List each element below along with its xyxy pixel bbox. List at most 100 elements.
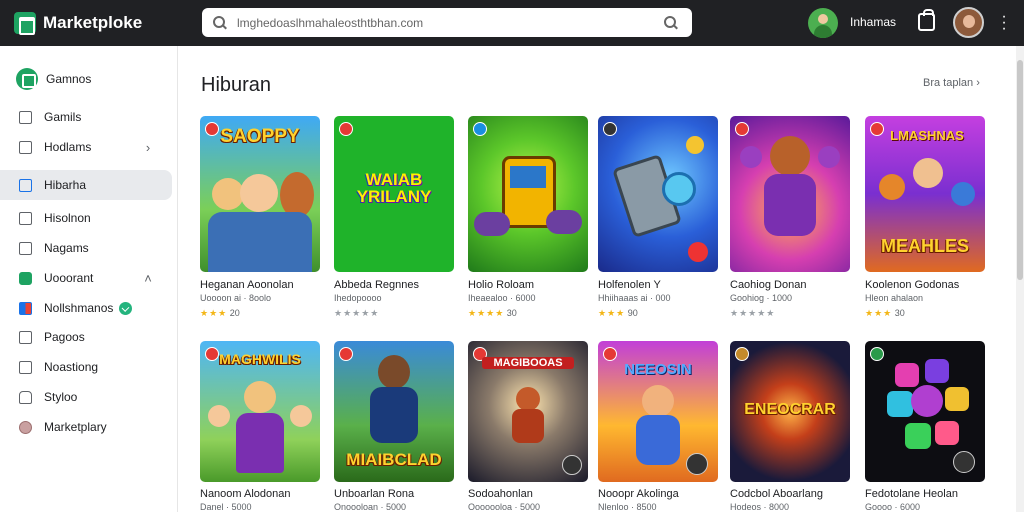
user-name[interactable]: Inhamas — [850, 15, 896, 29]
rating-stars-icon: ★★★★★ — [730, 308, 776, 318]
app-rating: ★★★★ 30 — [468, 308, 517, 318]
app-card[interactable]: Holfenolen Y Hhiihaaas ai · 000 ★★★ 90 — [598, 116, 718, 319]
app-thumbnail[interactable]: WAIAB YRILANY — [334, 116, 454, 272]
search-submit-icon[interactable] — [664, 15, 678, 30]
app-developer: Danel · 5000 — [200, 502, 252, 512]
scrollbar-thumb[interactable] — [1017, 60, 1023, 280]
game-art-title: ENEOCRAR — [744, 401, 836, 418]
app-card[interactable]: Caohiog Donan Goohiog · 1000 ★★★★★ — [730, 116, 850, 319]
app-name: Fedotolane Heolan — [865, 488, 958, 500]
app-thumbnail[interactable] — [865, 341, 985, 482]
app-rating: ★★★★★ — [730, 308, 850, 319]
search-bar[interactable]: lmghedoaslhmahaleosthtbhan.com — [202, 8, 692, 37]
rank-badge-icon — [603, 347, 617, 361]
app-thumbnail[interactable] — [468, 116, 588, 272]
section-title: Hiburan — [201, 74, 272, 96]
game-art-title: NEEOSIN — [624, 361, 692, 378]
app-name: Marketploke — [43, 13, 143, 32]
app-card[interactable]: MAGIBOOAS Sodoahonlan Ooooooloa · 5000 — [468, 341, 588, 512]
marketplace-logo-icon — [14, 12, 36, 35]
app-thumbnail[interactable]: SAOPPY — [200, 116, 320, 272]
settings-icon — [19, 360, 32, 374]
app-card[interactable]: MIAIBCLAD Unboarlan Rona Onoooloan · 500… — [334, 341, 454, 512]
app-name: Koolenon Godonas — [865, 279, 960, 291]
app-rating: ★★★ 90 — [598, 308, 638, 318]
rank-badge-icon — [339, 347, 353, 361]
app-card[interactable]: WAIAB YRILANY Abbeda Regnnes Ihedopoooo … — [334, 116, 454, 319]
sidebar-item-gamils[interactable]: Gamils — [0, 102, 172, 132]
see-all-link[interactable]: Bra taplan › — [923, 77, 980, 89]
sidebar-item-label: Hodlams — [44, 140, 92, 154]
app-thumbnail[interactable]: MIAIBCLAD — [334, 341, 454, 482]
app-thumbnail[interactable] — [598, 116, 718, 272]
sidebar-item-nagams[interactable]: Nagams — [0, 233, 172, 263]
app-card[interactable]: Fedotolane Heolan Goooo · 6000 — [865, 341, 985, 512]
app-thumbnail[interactable]: LMASHNAS MEAHLES — [865, 116, 985, 272]
rank-badge-icon — [603, 122, 617, 136]
app-thumbnail[interactable]: NEEOSIN — [598, 341, 718, 482]
rating-stars-icon: ★★★★ — [468, 308, 505, 318]
app-name: Caohiog Donan — [730, 279, 807, 291]
rating-stars-icon: ★★★★★ — [334, 308, 380, 318]
sidebar-item-label: Styloo — [44, 390, 78, 404]
games-icon — [16, 68, 38, 90]
brand[interactable]: Marketploke — [14, 12, 194, 35]
app-name: Heganan Aoonolan — [200, 279, 294, 291]
shopping-bag-icon[interactable] — [918, 9, 935, 31]
sidebar-item-label: Uooorant — [44, 271, 94, 285]
rating-stars-icon: ★★★ — [865, 308, 893, 318]
sidebar: Gamnos Gamils Hodlams › Hibarha Hisolnon… — [0, 46, 178, 512]
app-developer: Iheaealoo · 6000 — [468, 293, 536, 303]
app-rating: ★★★ 30 — [865, 308, 905, 318]
sidebar-item-hibarha[interactable]: Hibarha — [0, 170, 172, 200]
main-content: Hiburan Bra taplan › SAOPPY Heganan Aoon… — [178, 46, 1016, 512]
sidebar-item-nollshmanos[interactable]: Nollshmanos — [0, 293, 172, 323]
sidebar-item-pagoos[interactable]: Pagoos — [0, 322, 172, 352]
more-options-icon[interactable]: · · · — [1000, 9, 1008, 37]
app-name: Sodoahonlan — [468, 488, 533, 500]
app-card[interactable]: SAOPPY Heganan Aoonolan Uoooon ai · 8ool… — [200, 116, 320, 319]
app-card[interactable]: NEEOSIN Nooopr Akolinga Nlenloo · 8500 — [598, 341, 718, 512]
chevron-up-icon[interactable]: ˄ — [140, 271, 156, 286]
app-name: Nooopr Akolinga — [598, 488, 679, 500]
apps-icon — [19, 140, 32, 154]
app-card[interactable]: LMASHNAS MEAHLES Koolenon Godonas Hleon … — [865, 116, 985, 319]
app-developer: Hodeos · 8000 — [730, 502, 790, 512]
app-thumbnail[interactable]: MAGIBOOAS — [468, 341, 588, 482]
sidebar-item-marketplary[interactable]: Marketplary — [0, 412, 172, 442]
sidebar-item-label: Nagams — [44, 241, 89, 255]
app-thumbnail[interactable]: MAGHWILIS — [200, 341, 320, 482]
app-rating: ★★★★★ — [334, 308, 454, 319]
sidebar-header[interactable]: Gamnos — [16, 68, 91, 90]
app-card[interactable]: ENEOCRAR Codcbol Aboarlang Hodeos · 8000 — [730, 341, 850, 512]
sidebar-item-hodlams[interactable]: Hodlams › — [0, 132, 172, 162]
sidebar-item-styloo[interactable]: Styloo — [0, 382, 172, 412]
rank-badge-icon — [735, 122, 749, 136]
app-developer: Hhiihaaas ai · 000 — [598, 293, 671, 303]
profile-photo[interactable] — [953, 7, 984, 38]
user-avatar[interactable] — [808, 8, 838, 38]
sidebar-item-hisolnon[interactable]: Hisolnon — [0, 203, 172, 233]
search-input[interactable]: lmghedoaslhmahaleosthtbhan.com — [237, 16, 664, 30]
game-art-title: SAOPPY — [220, 126, 300, 147]
app-name: Abbeda Regnnes — [334, 279, 420, 291]
sidebar-item-label: Pagoos — [44, 330, 85, 344]
app-card[interactable]: MAGHWILIS Nanoom Alodonan Danel · 5000 — [200, 341, 320, 512]
app-card[interactable]: Holio Roloam Iheaealoo · 6000 ★★★★ 30 — [468, 116, 588, 319]
colorful-app-icon — [19, 301, 32, 315]
bag-icon — [19, 390, 32, 404]
sidebar-item-label: Hisolnon — [44, 211, 91, 225]
sidebar-item-noastiong[interactable]: Noastiong — [0, 352, 172, 382]
chevron-right-icon[interactable]: › — [140, 140, 156, 155]
rank-badge-icon — [870, 347, 884, 361]
sidebar-item-uooorant[interactable]: Uooorant ˄ — [0, 263, 172, 293]
app-developer: Uoooon ai · 8oolo — [200, 293, 272, 303]
game-art-title: WAIAB YRILANY — [356, 170, 432, 206]
scrollbar[interactable] — [1016, 46, 1024, 512]
rank-badge-icon — [339, 122, 353, 136]
document-icon — [19, 241, 32, 255]
app-thumbnail[interactable] — [730, 116, 850, 272]
app-thumbnail[interactable]: ENEOCRAR — [730, 341, 850, 482]
app-name: Codcbol Aboarlang — [730, 488, 823, 500]
game-art-title: MIAIBCLAD — [346, 450, 442, 469]
